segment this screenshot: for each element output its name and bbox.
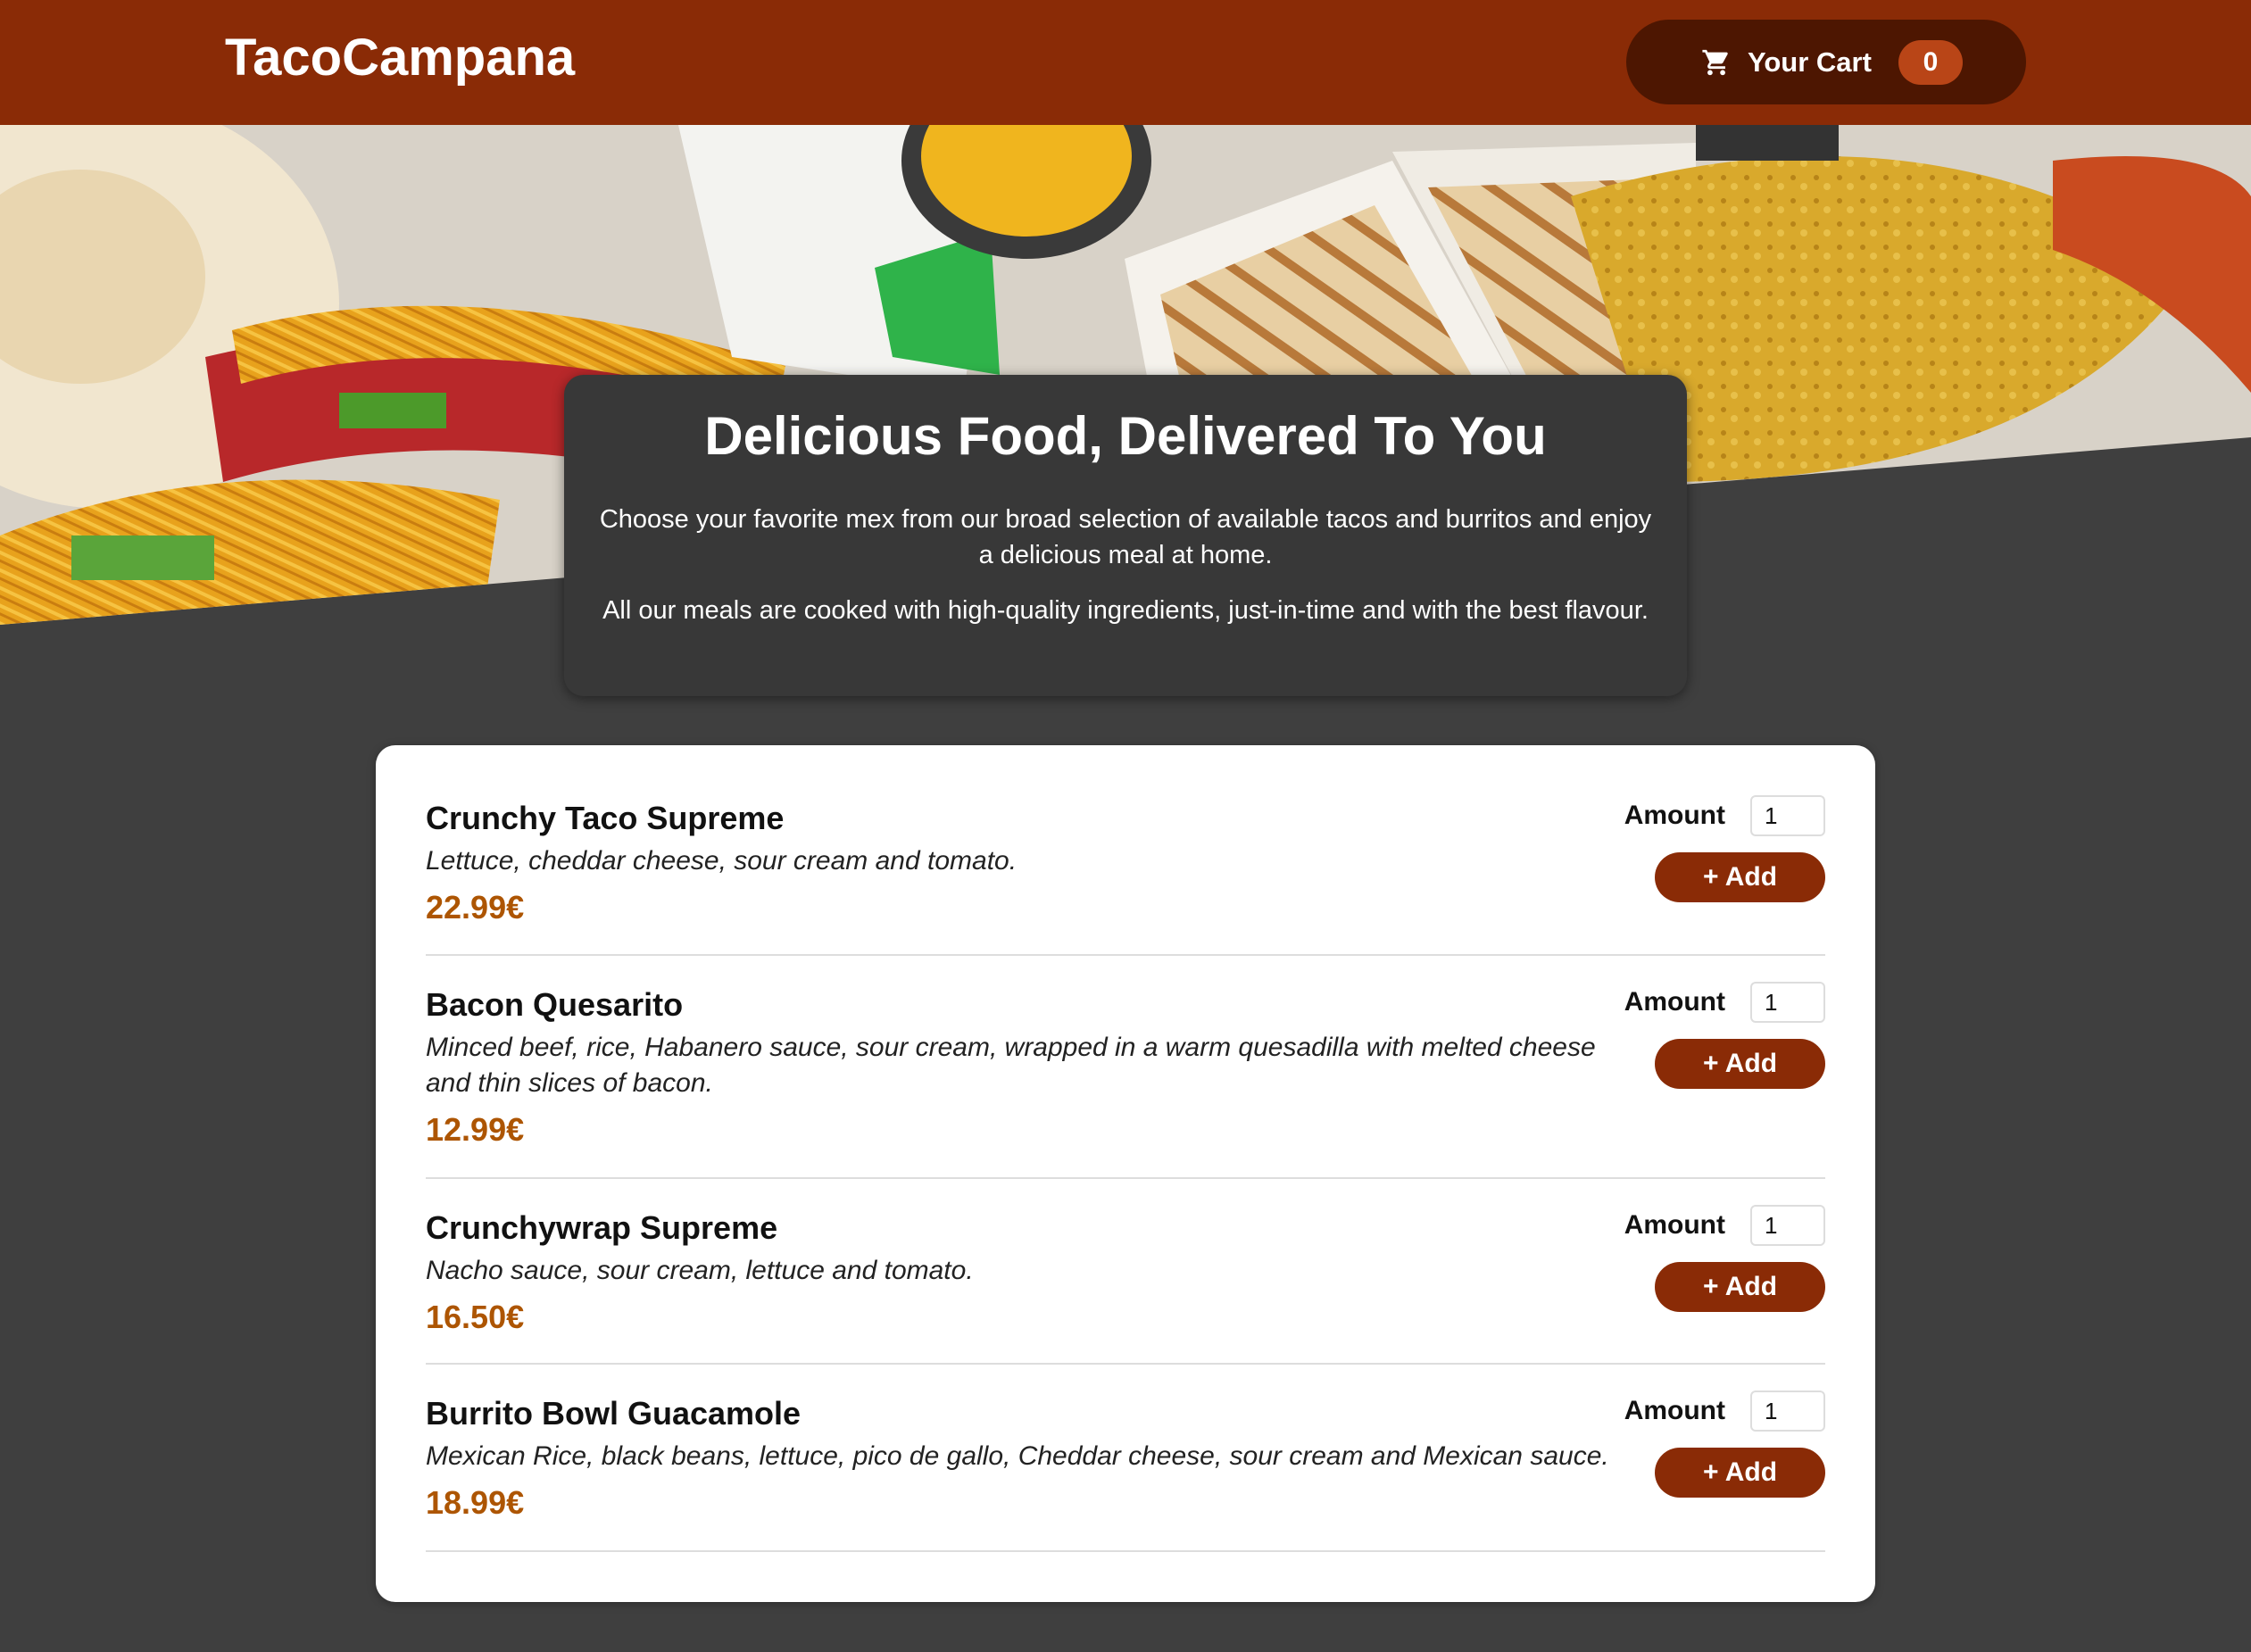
amount-input[interactable]: [1750, 982, 1825, 1023]
amount-row: Amount: [1611, 1205, 1825, 1246]
brand-title: TacoCampana: [225, 29, 576, 87]
meal-info: Crunchywrap Supreme Nacho sauce, sour cr…: [426, 1208, 1622, 1337]
meal-price: 18.99€: [426, 1484, 525, 1521]
cart-label: Your Cart: [1748, 46, 1872, 78]
meal-item: Burrito Bowl Guacamole Mexican Rice, bla…: [426, 1365, 1825, 1552]
meal-item: Crunchy Taco Supreme Lettuce, cheddar ch…: [426, 745, 1825, 956]
meal-item: Crunchywrap Supreme Nacho sauce, sour cr…: [426, 1179, 1825, 1365]
meal-form: Amount + Add: [1611, 1205, 1825, 1312]
amount-input[interactable]: [1750, 795, 1825, 836]
meal-description: Minced beef, rice, Habanero sauce, sour …: [426, 1033, 1596, 1098]
meal-description: Lettuce, cheddar cheese, sour cream and …: [426, 846, 1018, 876]
add-to-cart-button[interactable]: + Add: [1655, 1262, 1825, 1312]
amount-row: Amount: [1611, 982, 1825, 1023]
meal-description: Mexican Rice, black beans, lettuce, pico…: [426, 1441, 1609, 1471]
add-to-cart-button[interactable]: + Add: [1655, 1448, 1825, 1498]
meal-price: 22.99€: [426, 889, 525, 926]
cart-button[interactable]: Your Cart 0: [1626, 20, 2026, 104]
add-to-cart-button[interactable]: + Add: [1655, 852, 1825, 902]
meal-info: Crunchy Taco Supreme Lettuce, cheddar ch…: [426, 799, 1622, 927]
summary-title: Delicious Food, Delivered To You: [704, 406, 1547, 466]
summary-paragraph: All our meals are cooked with high-quali…: [602, 596, 1649, 625]
meal-info: Burrito Bowl Guacamole Mexican Rice, bla…: [426, 1394, 1622, 1523]
meal-name: Crunchywrap Supreme: [426, 1209, 778, 1246]
amount-row: Amount: [1611, 795, 1825, 836]
amount-label: Amount: [1624, 1396, 1725, 1425]
amount-label: Amount: [1624, 1210, 1725, 1240]
amount-label: Amount: [1624, 801, 1725, 830]
amount-input[interactable]: [1750, 1391, 1825, 1432]
top-header: TacoCampana Your Cart 0: [0, 0, 2251, 125]
cart-icon: [1701, 47, 1732, 78]
amount-row: Amount: [1611, 1391, 1825, 1432]
meal-form: Amount + Add: [1611, 795, 1825, 902]
meal-name: Bacon Quesarito: [426, 986, 684, 1023]
summary-box: Delicious Food, Delivered To You Choose …: [564, 375, 1687, 696]
meal-price: 16.50€: [426, 1299, 525, 1335]
meal-name: Burrito Bowl Guacamole: [426, 1395, 802, 1432]
amount-label: Amount: [1624, 987, 1725, 1017]
meals-card: Crunchy Taco Supreme Lettuce, cheddar ch…: [376, 745, 1875, 1602]
add-to-cart-button[interactable]: + Add: [1655, 1039, 1825, 1089]
meal-form: Amount + Add: [1611, 1391, 1825, 1498]
meal-form: Amount + Add: [1611, 982, 1825, 1089]
meal-item: Bacon Quesarito Minced beef, rice, Haban…: [426, 956, 1825, 1179]
amount-input[interactable]: [1750, 1205, 1825, 1246]
meal-info: Bacon Quesarito Minced beef, rice, Haban…: [426, 985, 1622, 1150]
summary-paragraph: Choose your favorite mex from our broad …: [599, 505, 1652, 569]
meal-price: 12.99€: [426, 1111, 525, 1148]
meal-name: Crunchy Taco Supreme: [426, 800, 785, 836]
meal-description: Nacho sauce, sour cream, lettuce and tom…: [426, 1256, 974, 1285]
cart-count-badge: 0: [1898, 39, 1963, 85]
